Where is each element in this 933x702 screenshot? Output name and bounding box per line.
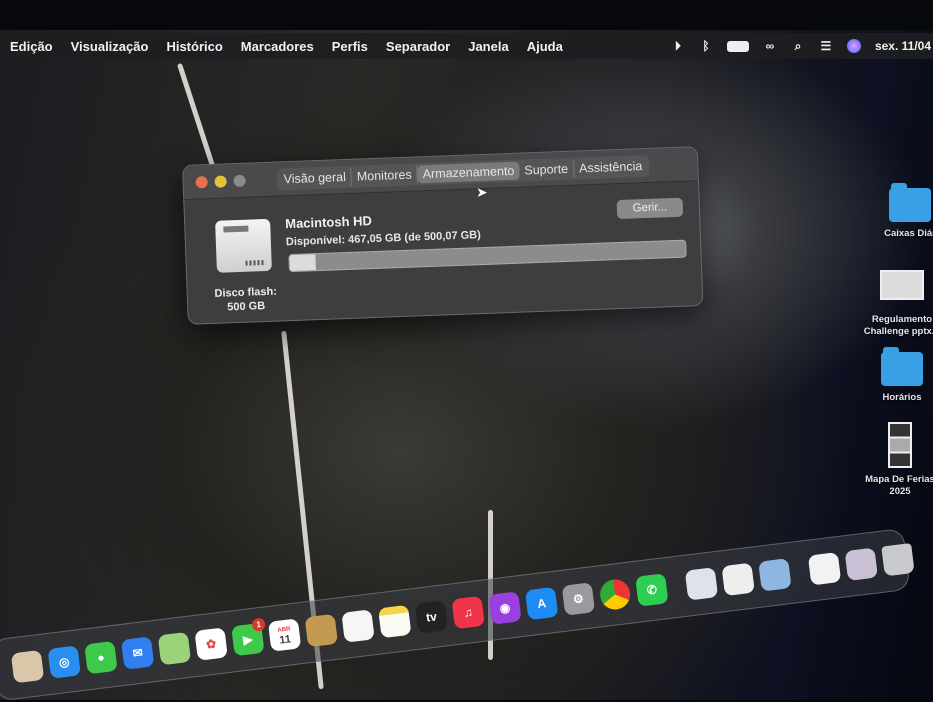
calendar-icon[interactable]: ABR 11 [267, 618, 302, 652]
storage-used-fill [289, 254, 317, 272]
menu-edicao[interactable]: Edição [10, 39, 53, 54]
calendar-day: 11 [278, 633, 292, 647]
facetime-icon[interactable]: ▶ 1 [231, 617, 266, 657]
calculator-icon[interactable] [684, 567, 719, 601]
photos-icon[interactable]: ✿ [194, 627, 228, 661]
document-stack-icon[interactable] [807, 552, 842, 586]
available-space: Disponível: 467,05 GB (de 500,07 GB) [285, 229, 482, 249]
document-thumbnail-icon [880, 270, 924, 300]
siri-icon[interactable] [846, 39, 861, 53]
contacts-icon[interactable] [304, 613, 339, 648]
podcasts-icon[interactable]: ◉ [488, 591, 522, 625]
play-circle-icon[interactable]: ⏵ [671, 39, 685, 53]
dock-separator [797, 554, 802, 589]
folder-icon [881, 347, 923, 386]
menu-bar: Edição Visualização Histórico Marcadores… [0, 33, 933, 59]
menu-janela[interactable]: Janela [468, 39, 508, 54]
search-icon[interactable]: ⌕ [791, 39, 805, 53]
desktop-item-label: Mapa De Ferias 2025 [865, 474, 933, 497]
hard-disk-icon [215, 218, 272, 273]
image-app-icon[interactable] [758, 558, 792, 592]
safari-icon[interactable]: ◎ [47, 645, 81, 679]
tv-label: tv [425, 609, 438, 625]
tab-assistencia[interactable]: Assistência [574, 156, 648, 177]
minimize-button[interactable] [214, 174, 227, 188]
desktop-item-horarios[interactable]: Horários [862, 347, 933, 404]
dock-separator [674, 570, 679, 604]
disk-info: Disco flash: 500 GB [197, 284, 294, 315]
document-thumbnail-icon [888, 422, 912, 468]
about-this-mac-window: Visão geral Monitores Armazenamento Supo… [182, 146, 704, 325]
tab-visao-geral[interactable]: Visão geral [278, 167, 353, 188]
notification-badge: 1 [251, 617, 266, 632]
app-store-icon[interactable]: A [524, 586, 559, 621]
desktop-item-caixas[interactable]: Caixas Diár [870, 183, 933, 240]
zoom-button[interactable] [233, 174, 246, 187]
chrome-icon[interactable] [598, 577, 632, 612]
music-icon[interactable]: ♫ [451, 595, 485, 630]
launchpad-icon[interactable] [10, 649, 45, 684]
volume-name: Macintosh HD [284, 213, 373, 232]
notes-icon[interactable] [378, 604, 412, 639]
desktop-item-label: Caixas Diár [884, 228, 933, 239]
menu-ajuda[interactable]: Ajuda [527, 39, 563, 54]
desktop-item-label: Horários [882, 392, 922, 403]
reminders-icon[interactable] [341, 609, 375, 643]
whatsapp-icon[interactable]: ✆ [635, 573, 669, 607]
desktop-item-mapa-ferias[interactable]: Mapa De Ferias 2025 [860, 422, 933, 498]
preview-app-icon[interactable] [721, 562, 755, 597]
menu-perfis[interactable]: Perfis [332, 39, 368, 54]
menu-marcadores[interactable]: Marcadores [241, 39, 314, 54]
manage-button[interactable]: Gerir... [616, 197, 684, 220]
close-button[interactable] [195, 175, 208, 189]
menu-historico[interactable]: Histórico [166, 39, 222, 54]
messages-icon[interactable]: ● [84, 640, 118, 675]
maps-icon[interactable] [157, 631, 192, 666]
clock[interactable]: sex. 11/04 [875, 39, 931, 53]
tab-armazenamento[interactable]: Armazenamento [417, 161, 520, 183]
bluetooth-icon[interactable]: ᛒ [699, 39, 713, 53]
desktop-item-label: Regulamento Challenge pptx.p [863, 314, 933, 337]
trash-icon[interactable] [881, 543, 915, 577]
tab-monitores[interactable]: Monitores [351, 164, 419, 186]
apple-tv-icon[interactable]: tv [414, 600, 449, 634]
system-settings-icon[interactable]: ⚙ [561, 582, 596, 616]
desktop-item-regulamento[interactable]: Regulamento Challenge pptx.p [862, 270, 933, 338]
battery-icon[interactable] [726, 40, 749, 52]
link-icon[interactable]: ∞ [763, 39, 777, 53]
tab-suporte[interactable]: Suporte [519, 159, 575, 180]
menu-visualizacao[interactable]: Visualização [71, 39, 149, 54]
mail-icon[interactable]: ✉ [120, 636, 155, 670]
disk-size: 500 GB [227, 300, 266, 314]
mouse-pointer-icon: ➤ [476, 184, 488, 200]
control-center-icon[interactable]: ☰ [819, 39, 833, 53]
downloads-stack-icon[interactable] [844, 547, 878, 581]
menu-separador[interactable]: Separador [386, 39, 450, 54]
folder-icon [889, 183, 931, 222]
